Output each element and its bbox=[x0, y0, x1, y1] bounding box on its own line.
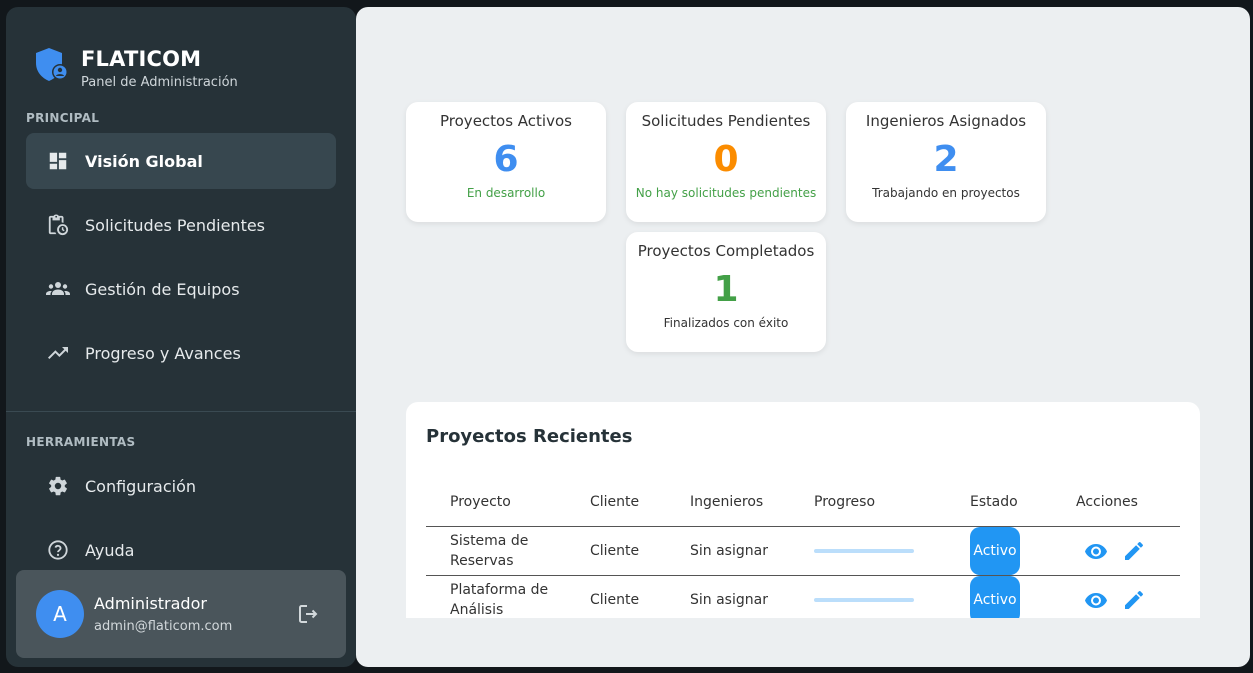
recent-projects-table: Proyecto Cliente Ingenieros Progreso Est… bbox=[426, 478, 1180, 625]
recent-projects-title: Proyectos Recientes bbox=[426, 426, 633, 447]
status-badge: Activo bbox=[970, 575, 1020, 624]
section-label-principal: PRINCIPAL bbox=[26, 111, 100, 125]
sidebar-divider bbox=[6, 411, 356, 412]
stat-value: 6 bbox=[493, 139, 519, 180]
logout-icon[interactable] bbox=[296, 602, 320, 626]
column-header: Cliente bbox=[566, 478, 666, 527]
shield-user-icon bbox=[36, 48, 68, 81]
cell-project: Plataforma de Análisis bbox=[426, 575, 566, 625]
cell-project: Sistema de Reservas bbox=[426, 526, 566, 576]
stat-title: Solicitudes Pendientes bbox=[641, 112, 811, 130]
stat-card-ingenieros-asignados: Ingenieros Asignados 2 Trabajando en pro… bbox=[846, 102, 1046, 222]
scroll-clip bbox=[406, 618, 1200, 667]
stat-title: Proyectos Completados bbox=[637, 242, 815, 260]
sidebar-item-label: Progreso y Avances bbox=[85, 343, 241, 363]
sidebar-item-label: Ayuda bbox=[85, 540, 135, 560]
view-icon[interactable] bbox=[1084, 588, 1108, 612]
help-icon bbox=[46, 538, 70, 562]
main-content: Proyectos Activos 6 En desarrollo Solici… bbox=[356, 7, 1250, 667]
stat-card-solicitudes-pendientes: Solicitudes Pendientes 0 No hay solicitu… bbox=[626, 102, 826, 222]
cell-engineers: Sin asignar bbox=[666, 575, 790, 625]
sidebar-item-solicitudes[interactable]: Solicitudes Pendientes bbox=[26, 197, 336, 253]
cell-engineers: Sin asignar bbox=[666, 526, 790, 576]
sidebar-item-label: Configuración bbox=[85, 476, 197, 496]
sidebar-item-label: Solicitudes Pendientes bbox=[85, 215, 266, 235]
column-header: Acciones bbox=[1052, 478, 1180, 527]
user-name: Administrador bbox=[94, 594, 207, 613]
table-header-row: Proyecto Cliente Ingenieros Progreso Est… bbox=[426, 478, 1180, 527]
stat-note: Trabajando en proyectos bbox=[872, 186, 1020, 200]
stat-note: No hay solicitudes pendientes bbox=[635, 186, 817, 200]
cell-client: Cliente bbox=[566, 526, 666, 576]
user-email: admin@flaticom.com bbox=[94, 619, 233, 634]
stat-card-proyectos-completados: Proyectos Completados 1 Finalizados con … bbox=[626, 232, 826, 352]
brand: FLATICOM Panel de Administración bbox=[32, 45, 238, 90]
sidebar-item-label: Visión Global bbox=[85, 151, 203, 171]
edit-icon[interactable] bbox=[1122, 588, 1146, 612]
cell-client: Cliente bbox=[566, 575, 666, 625]
sidebar-item-equipos[interactable]: Gestión de Equipos bbox=[26, 261, 336, 317]
cell-progress bbox=[790, 526, 946, 576]
dashboard-icon bbox=[46, 149, 70, 173]
sidebar: FLATICOM Panel de Administración PRINCIP… bbox=[6, 7, 356, 667]
sidebar-item-label: Gestión de Equipos bbox=[85, 279, 240, 299]
brand-subtitle: Panel de Administración bbox=[81, 75, 238, 90]
stat-value: 0 bbox=[713, 139, 739, 180]
cell-status: Activo bbox=[946, 575, 1052, 625]
edit-icon[interactable] bbox=[1122, 539, 1146, 563]
column-header: Proyecto bbox=[426, 478, 566, 527]
stat-value: 2 bbox=[933, 139, 959, 180]
stat-note: Finalizados con éxito bbox=[663, 316, 789, 330]
column-header: Ingenieros bbox=[666, 478, 790, 527]
stat-value: 1 bbox=[713, 269, 739, 310]
sidebar-item-progreso[interactable]: Progreso y Avances bbox=[26, 325, 336, 381]
brand-title: FLATICOM bbox=[81, 47, 202, 71]
cell-actions bbox=[1052, 526, 1180, 576]
user-card: A Administrador admin@flaticom.com bbox=[16, 570, 346, 658]
trending-up-icon bbox=[46, 341, 70, 365]
cell-actions bbox=[1052, 575, 1180, 625]
progress-bar bbox=[814, 548, 914, 553]
column-header: Estado bbox=[946, 478, 1052, 527]
cell-progress bbox=[790, 575, 946, 625]
gear-icon bbox=[46, 474, 70, 498]
progress-bar bbox=[814, 597, 914, 602]
sidebar-item-configuracion[interactable]: Configuración bbox=[26, 458, 336, 514]
column-header: Progreso bbox=[790, 478, 946, 527]
status-badge: Activo bbox=[970, 526, 1020, 575]
table-row: Plataforma de Análisis Cliente Sin asign… bbox=[426, 575, 1180, 625]
stat-note: En desarrollo bbox=[466, 186, 546, 200]
app-root: FLATICOM Panel de Administración PRINCIP… bbox=[0, 0, 1253, 673]
stat-title: Ingenieros Asignados bbox=[865, 112, 1027, 130]
avatar: A bbox=[36, 590, 84, 638]
stat-title: Proyectos Activos bbox=[440, 112, 572, 130]
stat-card-proyectos-activos: Proyectos Activos 6 En desarrollo bbox=[406, 102, 606, 222]
table-row: Sistema de Reservas Cliente Sin asignar … bbox=[426, 526, 1180, 576]
section-label-herramientas: HERRAMIENTAS bbox=[26, 435, 136, 449]
clipboard-clock-icon bbox=[46, 213, 70, 237]
sidebar-item-vision-global[interactable]: Visión Global bbox=[26, 133, 336, 189]
groups-icon bbox=[46, 277, 70, 301]
cell-status: Activo bbox=[946, 526, 1052, 576]
view-icon[interactable] bbox=[1084, 539, 1108, 563]
